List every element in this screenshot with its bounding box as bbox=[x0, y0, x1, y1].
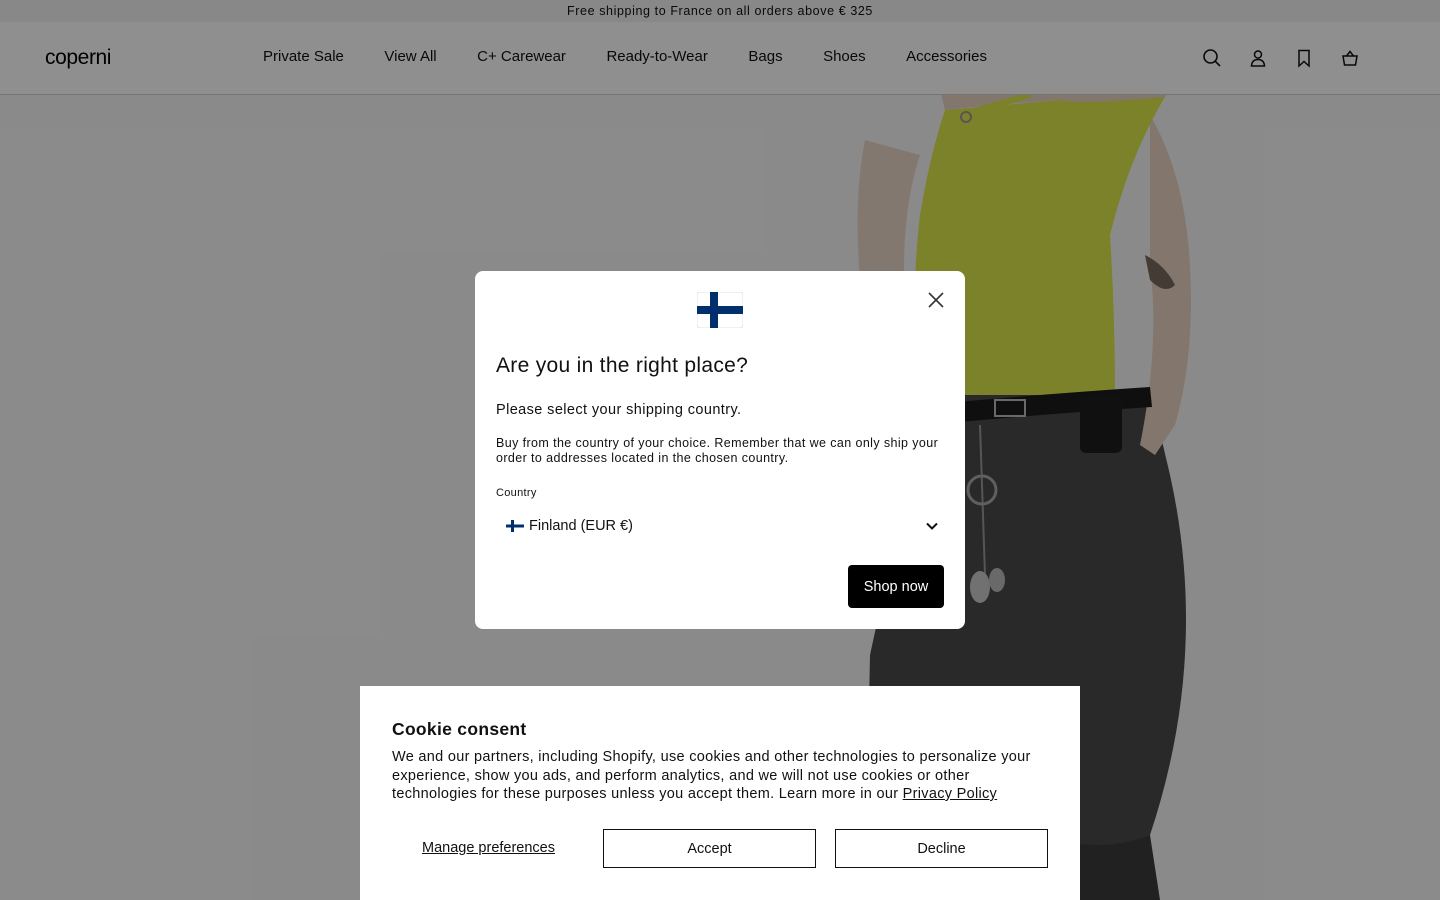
country-label: Country bbox=[496, 487, 537, 499]
manage-preferences-link[interactable]: Manage preferences bbox=[422, 840, 555, 856]
cookie-consent-banner: Cookie consent We and our partners, incl… bbox=[360, 686, 1080, 900]
chevron-down-icon bbox=[926, 522, 938, 530]
shop-now-button[interactable]: Shop now bbox=[848, 565, 944, 608]
finland-flag-icon bbox=[697, 292, 743, 328]
country-selector-modal: Are you in the right place? Please selec… bbox=[475, 271, 965, 629]
accept-cookies-button[interactable]: Accept bbox=[603, 829, 816, 868]
modal-title: Are you in the right place? bbox=[496, 354, 749, 377]
decline-cookies-button[interactable]: Decline bbox=[835, 829, 1048, 868]
modal-subtitle: Please select your shipping country. bbox=[496, 402, 742, 418]
close-icon[interactable] bbox=[927, 291, 945, 309]
cookie-title: Cookie consent bbox=[392, 719, 527, 739]
finland-flag-icon bbox=[506, 520, 524, 532]
cookie-text: We and our partners, including Shopify, … bbox=[392, 748, 1042, 804]
privacy-policy-link[interactable]: Privacy Policy bbox=[903, 786, 997, 802]
country-select[interactable]: Finland (EUR €) bbox=[496, 509, 944, 543]
modal-description: Buy from the country of your choice. Rem… bbox=[496, 436, 939, 465]
country-select-value: Finland (EUR €) bbox=[529, 518, 633, 534]
